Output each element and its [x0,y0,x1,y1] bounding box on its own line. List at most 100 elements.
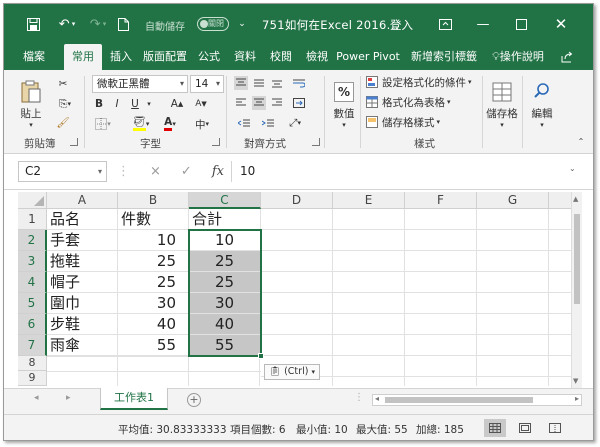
format-painter-icon[interactable]: 🖌︎ [54,114,72,130]
cell-c3[interactable]: 25 [189,251,261,272]
row-header-6[interactable]: 6 [18,314,47,335]
row-header-4[interactable]: 4 [18,272,47,293]
row-header-3[interactable]: 3 [18,251,47,272]
shrink-font-button[interactable]: A ▼ [192,96,210,112]
tab-review[interactable]: 校閱 [266,44,296,70]
empty-cells[interactable] [261,209,571,386]
row-header-1[interactable]: 1 [18,209,47,230]
collapse-ribbon-icon[interactable]: ⌃ [576,136,586,146]
empty-cells-lower[interactable] [47,356,261,386]
increase-indent-icon[interactable] [258,116,278,130]
wrap-text-icon[interactable] [290,76,308,90]
underline-dropdown-icon[interactable]: ▾ [144,96,154,112]
tab-custom[interactable]: 新增索引標籤 [406,44,482,70]
formula-input[interactable]: 10 [231,161,581,182]
cell-c2[interactable]: 10 [189,230,261,251]
maximize-icon[interactable] [512,15,530,33]
scroll-down-icon[interactable]: ▼ [573,377,578,385]
tab-formulas[interactable]: 公式 [194,44,224,70]
normal-view-icon[interactable] [484,419,506,437]
enter-icon[interactable]: ✓ [181,164,192,179]
column-header-b[interactable]: B [118,192,189,209]
tab-power-pivot[interactable]: Power Pivot [336,44,400,70]
cell-c4[interactable]: 25 [189,272,261,293]
save-icon[interactable] [24,15,42,33]
column-header-e[interactable]: E [333,192,405,209]
font-color-icon[interactable]: A ▾ [158,116,182,132]
align-top-icon[interactable] [234,76,248,90]
cell-b3[interactable]: 25 [118,251,189,272]
tab-file[interactable]: 檔案 [16,44,52,70]
new-file-icon[interactable] [116,15,130,33]
cell-a3[interactable]: 拖鞋 [47,251,118,272]
copy-icon[interactable]: ⎘ ▾ [54,96,76,112]
grow-font-button[interactable]: A ▲ [168,96,186,112]
cell-b5[interactable]: 30 [118,293,189,314]
tab-data[interactable]: 資料 [230,44,260,70]
tab-home[interactable]: 常用 [64,44,102,70]
phonetic-icon[interactable]: 中 ▾ [190,116,214,132]
column-header-g[interactable]: G [477,192,549,209]
select-all-corner[interactable] [18,192,47,209]
cell-c1[interactable]: 合計 [189,209,261,230]
vertical-scroll-thumb[interactable] [574,214,580,304]
underline-button[interactable]: U [128,96,142,112]
expand-formula-icon[interactable]: ⌄ [569,164,576,173]
paste-options-button[interactable]: 📋︎ (Ctrl) ▾ [264,364,320,380]
customize-qat-icon[interactable]: ⌄ [236,15,248,33]
scroll-right-icon[interactable]: ▸ [575,394,579,403]
scroll-left-icon[interactable]: ◂ [375,394,379,403]
tab-page-layout[interactable]: 版面配置 [142,44,188,70]
cell-b4[interactable]: 25 [118,272,189,293]
column-header-h[interactable] [549,192,571,209]
borders-icon[interactable]: ▾ [92,116,114,132]
clipboard-launcher-icon[interactable] [70,138,78,146]
cell-a2[interactable]: 手套 [47,230,118,251]
cell-b1[interactable]: 件數 [118,209,189,230]
fill-handle[interactable] [258,353,264,359]
login-button[interactable]: 登入 [390,17,413,33]
column-header-d[interactable]: D [261,192,333,209]
tab-view[interactable]: 檢視 [302,44,332,70]
align-center-icon[interactable] [252,96,266,110]
cell-c7[interactable]: 55 [189,335,261,356]
close-icon[interactable]: ✕ [552,15,570,33]
orientation-icon[interactable]: ⤢ ▾ [284,116,306,130]
editing-button[interactable]: 編輯 ▾ [526,76,558,134]
scroll-up-icon[interactable]: ▲ [573,195,578,203]
cell-b6[interactable]: 40 [118,314,189,335]
font-size-select[interactable]: 14 ▾ [190,75,224,93]
font-launcher-icon[interactable] [212,138,220,146]
cell-a7[interactable]: 雨傘 [47,335,118,356]
merge-center-icon[interactable] [290,96,308,110]
column-header-a[interactable]: A [47,192,118,209]
font-name-select[interactable]: 微軟正黑體 ▾ [92,75,188,93]
add-sheet-button[interactable]: + [187,393,201,407]
align-middle-icon[interactable] [252,76,266,90]
alignment-launcher-icon[interactable] [312,138,320,146]
column-header-c[interactable]: C [189,192,261,209]
sheet-prev-icon[interactable]: ◂ [34,393,39,403]
cell-a6[interactable]: 步鞋 [47,314,118,335]
align-right-icon[interactable] [270,96,284,110]
tab-tell-me[interactable]: 💡︎操作說明 [488,44,548,70]
cell-a4[interactable]: 帽子 [47,272,118,293]
cut-icon[interactable]: ✂ [54,76,72,92]
vertical-scrollbar[interactable]: ▲ ▼ [571,192,582,388]
align-left-icon[interactable] [234,96,248,110]
bold-button[interactable]: B [92,96,106,112]
cells-button[interactable]: 儲存格 ▾ [486,76,518,134]
row-header-7[interactable]: 7 [18,335,47,356]
decrease-indent-icon[interactable] [234,116,254,130]
cell-a1[interactable]: 品名 [47,209,118,230]
format-as-table-button[interactable]: 格式化為表格 ▾ [366,94,466,110]
cancel-icon[interactable]: × [150,164,161,179]
redo-icon[interactable]: ↷ ▾ [86,15,110,33]
insert-function-icon[interactable]: fx [212,164,224,179]
cell-c6[interactable]: 40 [189,314,261,335]
row-header-2[interactable]: 2 [18,230,47,251]
row-header-8[interactable]: 8 [18,356,47,371]
align-bottom-icon[interactable] [270,76,284,90]
cell-b7[interactable]: 55 [118,335,189,356]
minimize-icon[interactable]: — [474,15,492,33]
